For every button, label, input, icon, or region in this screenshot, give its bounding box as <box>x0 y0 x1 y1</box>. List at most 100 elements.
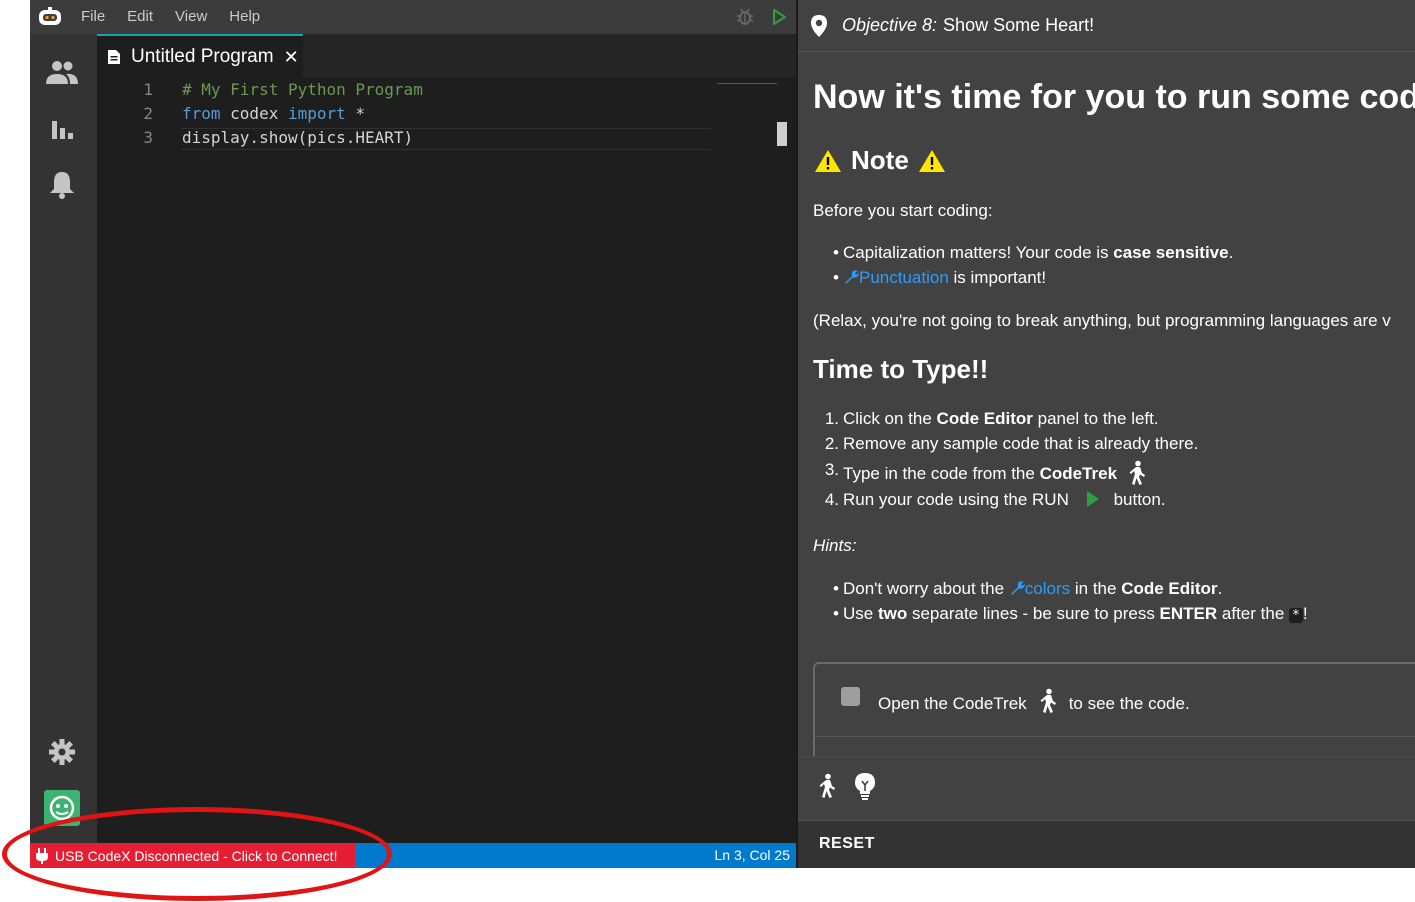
hint-text: Don't worry about the <box>843 579 1009 598</box>
bullet-mark: • <box>833 604 839 623</box>
list-item: • Punctuation is important! <box>833 268 1046 290</box>
code-token: from <box>182 104 221 123</box>
hint-text: Use <box>843 604 878 623</box>
code-token: import <box>287 104 346 123</box>
asterisk-code: * <box>1289 608 1303 623</box>
list-item: 4. Run your code using the RUN button. <box>825 490 1166 513</box>
menu-file[interactable]: File <box>70 0 116 34</box>
task-text: to see the code. <box>1068 693 1190 713</box>
step-text: Type in the code from the <box>843 464 1040 483</box>
type-heading: Time to Type!! <box>813 354 989 384</box>
file-icon <box>108 50 120 64</box>
minimap[interactable] <box>717 78 777 84</box>
bullet-mark: • <box>833 243 839 262</box>
punctuation-link[interactable]: Punctuation <box>859 268 949 287</box>
hint-text: ! <box>1302 604 1308 623</box>
code-text: # My First Python Program <box>182 78 423 102</box>
page-title: Now it's time for you to run some code <box>813 78 1415 116</box>
editor-scrollbar[interactable] <box>777 122 787 146</box>
cursor-position[interactable]: Ln 3, Col 25 <box>715 843 791 868</box>
debug-bug-icon[interactable] <box>728 0 762 34</box>
list-item: 3. Type in the code from the CodeTrek <box>825 460 1148 491</box>
lesson-panel: Objective 8: Show Some Heart! Now it's t… <box>798 0 1415 868</box>
code-line[interactable]: 3 display.show(pics.HEART) <box>97 126 747 150</box>
step-bold: Code Editor <box>936 409 1033 428</box>
lightbulb-icon[interactable] <box>848 769 882 803</box>
code-token: codex <box>220 104 288 123</box>
map-pin-icon <box>811 14 827 37</box>
list-number: 2. <box>824 434 839 453</box>
walking-person-icon[interactable] <box>1037 688 1059 719</box>
note-heading: Note <box>813 145 947 176</box>
code-editor[interactable]: 1 # My First Python Program 2 from codex im… <box>97 78 796 843</box>
objective-label: Objective 8: <box>842 15 938 35</box>
warning-icon <box>918 149 945 172</box>
hint-text: after the <box>1217 604 1289 623</box>
objective-title: Show Some Heart! <box>943 15 1095 35</box>
hint-text: . <box>1217 579 1223 598</box>
warning-icon <box>815 149 841 172</box>
task-text: Open the CodeTrek <box>878 693 1027 713</box>
wrench-icon <box>843 269 859 290</box>
code-line[interactable]: 2 from codex import * <box>97 102 747 126</box>
step-text: button. <box>1113 490 1166 509</box>
run-play-icon[interactable] <box>762 0 796 34</box>
app-window: File Edit View Help Untitled Program ✕ 1… <box>30 0 1415 868</box>
bullet-mark: • <box>833 579 839 598</box>
code-text: from codex import * <box>182 102 365 126</box>
line-number: 3 <box>143 128 153 147</box>
walking-person-icon[interactable] <box>1126 460 1148 491</box>
codex-avatar-icon[interactable] <box>44 790 80 826</box>
code-token: # My First Python Program <box>182 80 423 99</box>
divider <box>815 736 1415 737</box>
tab-title: Untitled Program <box>131 46 274 67</box>
walking-person-icon[interactable] <box>810 769 844 803</box>
bar-chart-icon[interactable] <box>44 110 80 146</box>
colors-link[interactable]: colors <box>1025 579 1070 598</box>
codetrek-task-box: Open the CodeTrek to see the code. <box>813 662 1415 762</box>
menu-view[interactable]: View <box>164 0 218 34</box>
bullet-text: . <box>1228 243 1234 262</box>
code-text: display.show(pics.HEART) <box>182 126 413 150</box>
code-line[interactable]: 1 # My First Python Program <box>97 78 747 102</box>
bot-logo-icon <box>30 0 70 34</box>
menu-help[interactable]: Help <box>218 0 271 34</box>
hint-bold: two <box>877 604 908 623</box>
list-item: 1. Click on the Code Editor panel to the… <box>825 409 1159 429</box>
step-text: panel to the left. <box>1032 409 1159 428</box>
relax-text: (Relax, you're not going to break anythi… <box>813 311 1391 330</box>
close-icon[interactable]: ✕ <box>284 47 299 68</box>
list-number: 1. <box>824 409 839 428</box>
task-label: Open the CodeTrek to see the code. <box>878 688 1190 719</box>
task-checkbox[interactable] <box>841 687 860 706</box>
run-play-icon <box>1086 490 1100 513</box>
usb-connect-button[interactable]: USB CodeX Disconnected - Click to Connec… <box>30 843 355 868</box>
tab-untitled-program[interactable]: Untitled Program ✕ <box>97 34 303 78</box>
bullet-mark: • <box>833 268 839 287</box>
status-bar: USB CodeX Disconnected - Click to Connec… <box>30 843 796 868</box>
list-item: • Don't worry about the colors in the Co… <box>833 579 1223 601</box>
bell-icon[interactable] <box>44 166 80 202</box>
lesson-toolbar <box>798 756 1415 820</box>
code-token: display.show(pics.HEART) <box>182 128 414 147</box>
hint-bold: Code Editor <box>1121 579 1218 598</box>
note-title: Note <box>851 145 909 175</box>
list-item: 2. Remove any sample code that is alread… <box>825 434 1199 454</box>
editor-tab-bar: Untitled Program ✕ <box>97 34 796 78</box>
reset-button[interactable]: RESET <box>819 835 875 853</box>
gear-icon[interactable] <box>44 734 80 770</box>
hints-label: Hints: <box>813 536 857 555</box>
code-token: * <box>345 104 366 123</box>
menu-edit[interactable]: Edit <box>116 0 164 34</box>
list-number: 4. <box>824 490 839 509</box>
step-text: Remove any sample code that is already t… <box>843 434 1199 453</box>
list-item: • Capitalization matters! Your code is c… <box>833 243 1234 263</box>
reset-bar: RESET <box>798 820 1415 868</box>
step-bold: CodeTrek <box>1039 464 1118 483</box>
step-text: Run your code using the RUN <box>843 490 1069 509</box>
bullet-bold: case sensitive <box>1113 243 1229 262</box>
objective-header: Objective 8: Show Some Heart! <box>798 0 1415 52</box>
users-icon[interactable] <box>44 54 80 90</box>
activity-bar <box>30 34 97 843</box>
list-item: • Use two separate lines - be sure to pr… <box>833 604 1308 624</box>
